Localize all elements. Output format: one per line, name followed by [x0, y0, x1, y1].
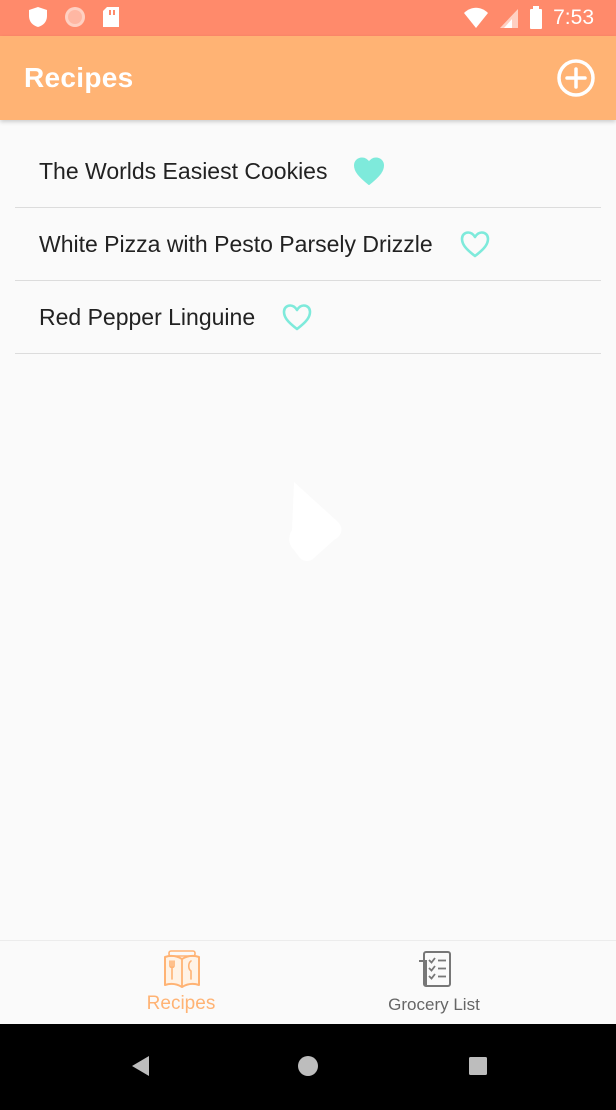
status-bar: 7:53 [0, 0, 616, 36]
heart-outline-icon[interactable] [459, 229, 491, 259]
recents-icon[interactable] [460, 1048, 496, 1084]
cell-signal-icon [500, 9, 519, 28]
back-icon[interactable] [122, 1048, 158, 1084]
tab-grocery-list-label: Grocery List [388, 995, 480, 1014]
heart-icon[interactable] [353, 156, 385, 186]
home-icon[interactable] [290, 1048, 326, 1084]
recipe-name: Red Pepper Linguine [39, 303, 256, 330]
recipe-book-icon [164, 950, 200, 988]
page-title: Recipes [24, 62, 134, 93]
tab-recipes-label: Recipes [146, 993, 216, 1014]
tab-recipes[interactable]: Recipes [81, 941, 281, 1025]
status-time: 7:53 [553, 6, 594, 29]
wifi-icon [464, 7, 489, 28]
checklist-icon [419, 951, 451, 987]
recipe-item[interactable]: The Worlds Easiest Cookies [15, 135, 601, 208]
shield-icon [29, 7, 47, 27]
pointer-cursor-icon [289, 482, 342, 561]
app-bar: Recipes [0, 36, 616, 120]
recipe-name: The Worlds Easiest Cookies [39, 157, 328, 184]
system-navigation-bar [0, 1024, 616, 1110]
sd-card-icon [103, 7, 119, 27]
add-recipe-button[interactable] [556, 58, 596, 98]
heart-outline-icon[interactable] [281, 302, 313, 332]
tab-grocery-list[interactable]: Grocery List [334, 941, 534, 1025]
recipe-list: The Worlds Easiest Cookies White Pizza w… [15, 135, 601, 354]
bottom-navigation: Recipes Grocery List [0, 940, 616, 1025]
recipe-item[interactable]: White Pizza with Pesto Parsely Drizzle [15, 208, 601, 281]
record-icon [65, 7, 85, 27]
recipe-name: White Pizza with Pesto Parsely Drizzle [39, 230, 433, 257]
plus-circle-icon [557, 59, 595, 97]
battery-icon [530, 6, 543, 29]
recipe-item[interactable]: Red Pepper Linguine [15, 281, 601, 354]
